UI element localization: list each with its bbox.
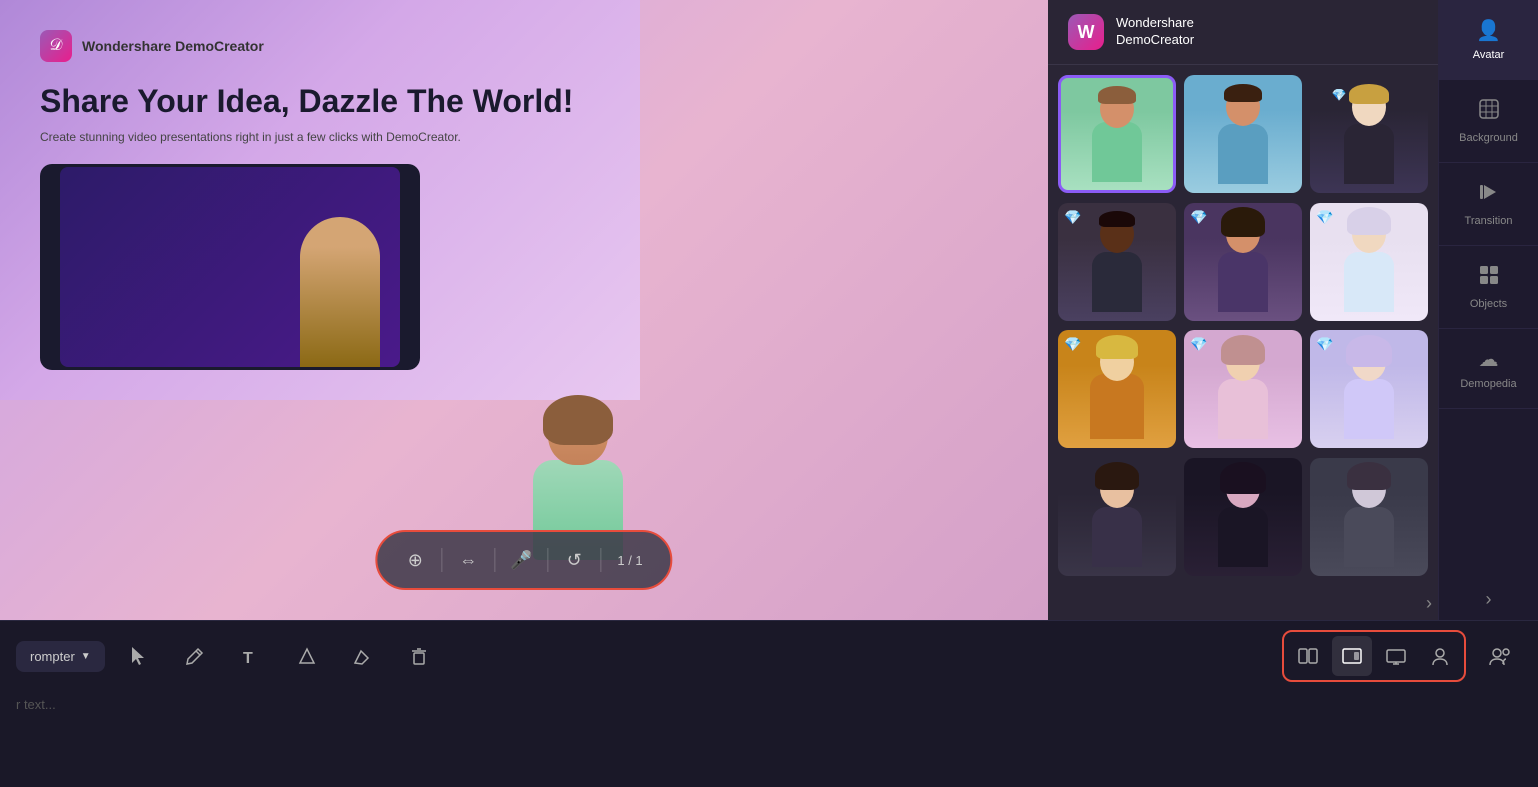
ctrl-divider-3 <box>547 548 548 572</box>
sidebar-tab-demopedia[interactable]: ☁ Demopedia <box>1439 329 1538 409</box>
panel-nav: › <box>1048 587 1438 620</box>
avatar-hair <box>543 395 613 445</box>
mic-ctrl-button[interactable]: 🎤 <box>503 542 539 578</box>
objects-label: Objects <box>1470 298 1507 310</box>
avatar-grid: 💎 💎 <box>1048 65 1438 587</box>
transition-icon <box>1478 181 1500 209</box>
notes-placeholder-text: r text... <box>16 697 56 712</box>
avatar-card-7[interactable]: 💎 <box>1058 330 1176 448</box>
background-icon <box>1478 98 1500 126</box>
bottom-bar: rompter ▼ T <box>0 620 1538 787</box>
wondershare-logo: W <box>1068 14 1104 50</box>
avatar-visual-1 <box>1061 78 1173 190</box>
slide-mockup <box>40 164 420 370</box>
shape-tool-button[interactable] <box>285 634 329 678</box>
prompter-chevron-icon: ▼ <box>81 651 91 662</box>
toolbar-row: rompter ▼ T <box>0 621 1538 691</box>
people-view-button[interactable] <box>1420 636 1460 676</box>
prompter-label: rompter <box>30 649 75 664</box>
avatar-card-11[interactable] <box>1184 458 1302 576</box>
ctrl-divider-1 <box>441 548 442 572</box>
participants-button[interactable] <box>1478 634 1522 678</box>
canvas-controls-bar: ⊕ ⇔ 🎤 ↺ 1 / 1 <box>375 530 672 590</box>
wondershare-header: W Wondershare DemoCreator <box>1048 0 1438 65</box>
wondershare-name: Wondershare DemoCreator <box>1116 15 1194 49</box>
slide-logo: 𝒟 Wondershare DemoCreator <box>40 30 264 62</box>
eraser-tool-button[interactable] <box>341 634 385 678</box>
sidebar-tab-objects[interactable]: Objects <box>1439 246 1538 329</box>
page-indicator: 1 / 1 <box>609 553 650 568</box>
avatar-visual-12 <box>1310 458 1428 576</box>
delete-tool-button[interactable] <box>397 634 441 678</box>
sidebar-tab-avatar[interactable]: 👤 Avatar <box>1439 0 1538 80</box>
demopedia-icon: ☁ <box>1479 347 1499 372</box>
select-tool-button[interactable] <box>117 634 161 678</box>
avatar-card-12[interactable] <box>1310 458 1428 576</box>
svg-text:T: T <box>243 650 253 667</box>
right-sidebar: 👤 Avatar Background <box>1438 0 1538 620</box>
background-label: Background <box>1459 132 1518 144</box>
transition-label: Transition <box>1465 215 1513 227</box>
sidebar-tab-transition[interactable]: Transition <box>1439 163 1538 246</box>
avatar-visual-3: 💎 <box>1310 75 1428 193</box>
expand-ctrl-button[interactable]: ⊕ <box>397 542 433 578</box>
avatar-visual-10 <box>1058 458 1176 576</box>
slide-title: Share Your Idea, Dazzle The World! <box>40 82 573 120</box>
avatar-card-2[interactable] <box>1184 75 1302 193</box>
canvas-area: 𝒟 Wondershare DemoCreator Share Your Ide… <box>0 0 1048 620</box>
avatar-card-4[interactable]: 💎 <box>1058 203 1176 321</box>
avatar-icon: 👤 <box>1476 18 1501 43</box>
slide-subtitle: Create stunning video presentations righ… <box>40 130 461 144</box>
avatar-visual-11 <box>1184 458 1302 576</box>
view-controls <box>1282 630 1466 682</box>
ctrl-divider-4 <box>600 548 601 572</box>
avatar-card-3[interactable]: 💎 <box>1310 75 1428 193</box>
avatar-card-6[interactable]: 💎 <box>1310 203 1428 321</box>
ctrl-divider-2 <box>494 548 495 572</box>
text-tool-button[interactable]: T <box>229 634 273 678</box>
mockup-person-figure <box>300 217 380 367</box>
avatar-card-5[interactable]: 💎 <box>1184 203 1302 321</box>
avatar-view-button[interactable] <box>1332 636 1372 676</box>
avatar-card-8[interactable]: 💎 <box>1184 330 1302 448</box>
pen-tool-button[interactable] <box>173 634 217 678</box>
split-screen-view-button[interactable] <box>1288 636 1328 676</box>
slide-logo-text: Wondershare DemoCreator <box>82 38 264 54</box>
avatar-visual-2 <box>1184 75 1302 193</box>
prompter-button[interactable]: rompter ▼ <box>16 641 105 672</box>
democreator-logo-icon: 𝒟 <box>40 30 72 62</box>
sidebar-tab-background[interactable]: Background <box>1439 80 1538 163</box>
sidebar-expand-arrow[interactable]: › <box>1486 589 1492 610</box>
demopedia-label: Demopedia <box>1460 378 1516 390</box>
swap-ctrl-button[interactable]: ↺ <box>556 542 592 578</box>
avatar-card-1[interactable] <box>1058 75 1176 193</box>
avatar-card-10[interactable] <box>1058 458 1176 576</box>
notes-row: r text... <box>0 691 1538 787</box>
screen-only-view-button[interactable] <box>1376 636 1416 676</box>
slide-content: 𝒟 Wondershare DemoCreator Share Your Ide… <box>0 0 640 400</box>
avatar-card-9[interactable]: 💎 <box>1310 330 1428 448</box>
mockup-screen <box>60 167 400 367</box>
panel-next-arrow[interactable]: › <box>1426 593 1432 614</box>
avatar-panel: W Wondershare DemoCreator <box>1048 0 1438 620</box>
mirror-ctrl-button[interactable]: ⇔ <box>450 542 486 578</box>
objects-icon <box>1478 264 1500 292</box>
avatar-label: Avatar <box>1473 49 1505 61</box>
